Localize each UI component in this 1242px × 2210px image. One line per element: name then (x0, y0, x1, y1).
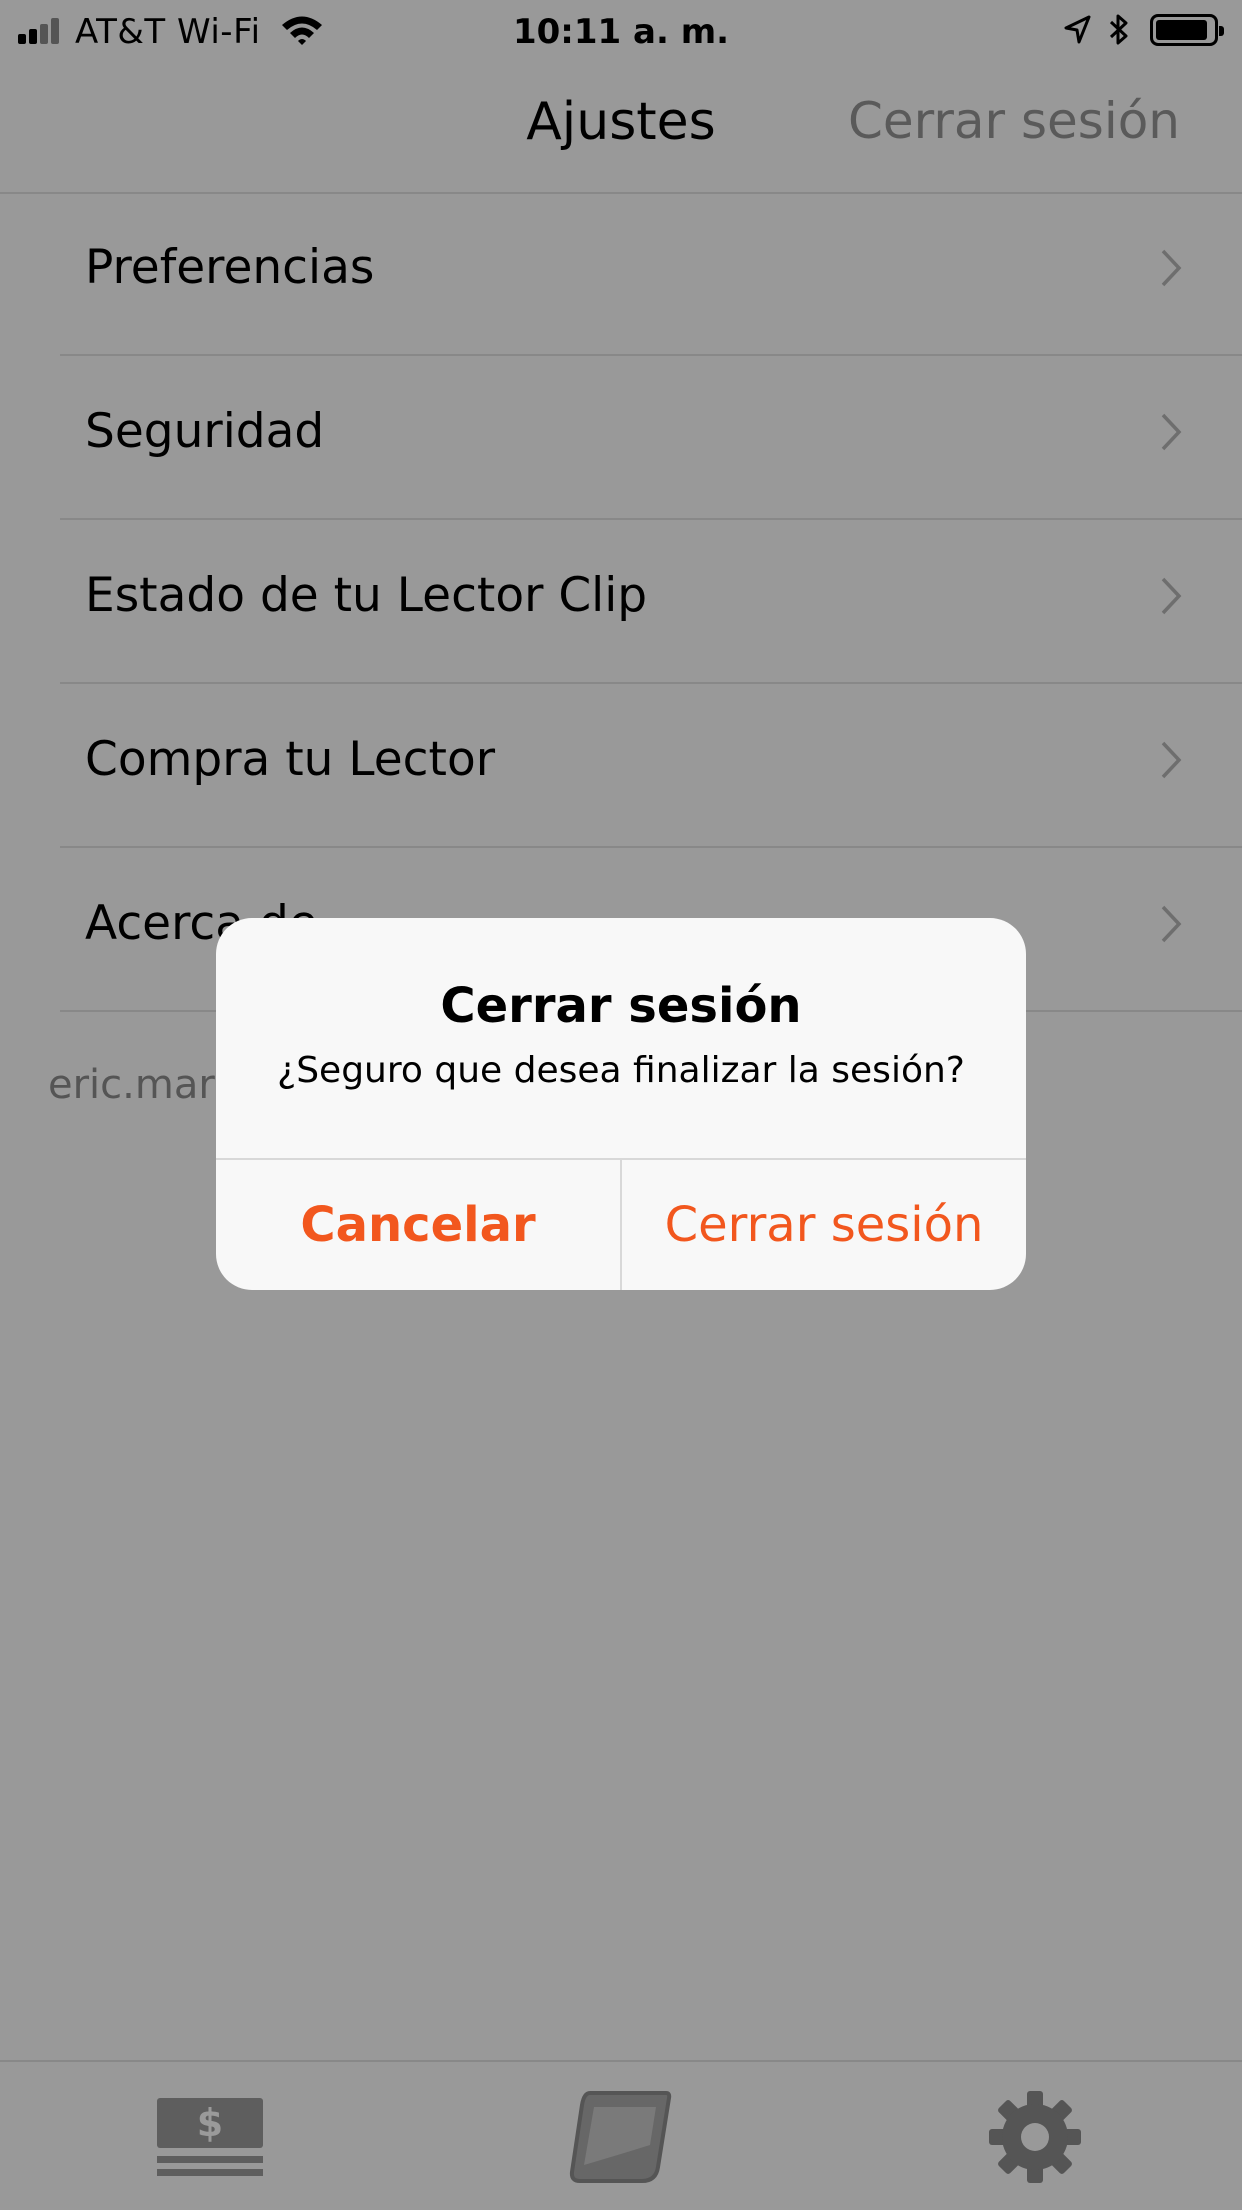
logout-nav-button[interactable]: Cerrar sesión (848, 92, 1180, 150)
settings-item-reader-status[interactable]: Estado de tu Lector Clip (60, 520, 1242, 684)
account-email: eric.mar (48, 1062, 215, 1108)
logout-alert-dialog: Cerrar sesión ¿Seguro que desea finaliza… (216, 918, 1026, 1290)
tab-settings[interactable] (945, 2082, 1125, 2192)
settings-item-label: Seguridad (85, 404, 325, 459)
bluetooth-icon (1109, 14, 1128, 45)
settings-item-label: Preferencias (85, 240, 375, 295)
chevron-right-icon (1161, 741, 1182, 779)
chevron-right-icon (1161, 577, 1182, 615)
card-reader-icon (569, 2091, 672, 2183)
svg-text:$: $ (197, 2101, 223, 2145)
navigation-bar: Ajustes Cerrar sesión (0, 62, 1242, 194)
battery-icon (1150, 14, 1224, 46)
settings-item-security[interactable]: Seguridad (60, 356, 1242, 520)
settings-item-buy-reader[interactable]: Compra tu Lector (60, 684, 1242, 848)
status-bar: AT&T Wi-Fi 10:11 a. m. (0, 0, 1242, 62)
settings-item-preferences[interactable]: Preferencias (60, 192, 1242, 356)
alert-message: ¿Seguro que desea finalizar la sesión? (277, 1050, 965, 1091)
cancel-button[interactable]: Cancelar (216, 1160, 620, 1290)
settings-list: Preferencias Seguridad Estado de tu Lect… (0, 192, 1242, 1012)
tab-bar: $ (0, 2060, 1242, 2210)
settings-item-label: Compra tu Lector (85, 732, 496, 787)
settings-item-label: Estado de tu Lector Clip (85, 568, 648, 623)
tab-reader[interactable] (530, 2082, 710, 2192)
cash-register-icon: $ (157, 2098, 263, 2176)
location-arrow-icon (1064, 15, 1091, 44)
status-time: 10:11 a. m. (512, 12, 730, 52)
alert-title: Cerrar sesión (440, 978, 802, 1034)
confirm-logout-button[interactable]: Cerrar sesión (622, 1160, 1026, 1290)
gear-icon (989, 2091, 1081, 2183)
chevron-right-icon (1161, 249, 1182, 287)
chevron-right-icon (1161, 905, 1182, 943)
chevron-right-icon (1161, 413, 1182, 451)
tab-charge[interactable]: $ (120, 2082, 300, 2192)
